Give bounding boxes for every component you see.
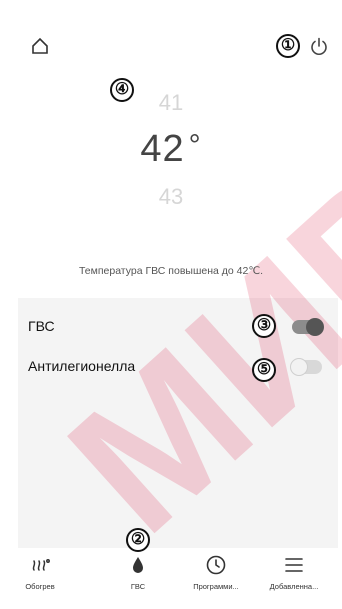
heating-icon [32, 559, 50, 571]
power-icon[interactable] [308, 36, 330, 58]
setting-label-anti-legionella: Антилегионелла [28, 358, 136, 374]
nav-label-dhw: ГВС [130, 582, 146, 591]
nav-item-dhw[interactable]: ГВС [98, 554, 178, 604]
callout-3: ③ [252, 314, 276, 338]
dhw-toggle[interactable] [292, 318, 324, 336]
bottom-navigation: Обогрев ГВС Программи... Добавленна... [4, 548, 338, 609]
temperature-picker[interactable]: 41 42 ° 43 [4, 80, 338, 210]
status-message: Температура ГВС повышена до 42℃. [78, 265, 264, 277]
nav-item-heating[interactable]: Обогрев [4, 554, 80, 604]
temperature-unit: ° [188, 129, 202, 162]
anti-legionella-toggle[interactable] [290, 358, 322, 376]
temperature-current-value: 42 [140, 128, 185, 170]
callout-5: ⑤ [252, 358, 276, 382]
home-icon[interactable] [30, 36, 50, 56]
callout-4: ④ [110, 78, 134, 102]
toggle-knob [290, 358, 308, 376]
app-screen: ① ④ ③ ⑤ ② 41 42 ° 43 Температура ГВС повы… [4, 0, 338, 609]
callout-1: ① [276, 34, 300, 58]
setting-label-dhw: ГВС [28, 318, 55, 334]
temperature-current: 42 ° [4, 128, 338, 171]
menu-icon [285, 558, 303, 572]
callout-2: ② [126, 528, 150, 552]
nav-label-added: Добавленна... [269, 582, 319, 591]
nav-label-heating: Обогрев [25, 582, 55, 591]
setting-row-dhw: ГВС [28, 312, 328, 342]
water-drop-icon [133, 557, 143, 573]
setting-row-anti-legionella: Антилегионелла [28, 352, 328, 382]
nav-item-added[interactable]: Добавленна... [254, 554, 334, 604]
toggle-knob [306, 318, 324, 336]
nav-item-programs[interactable]: Программи... [176, 554, 256, 604]
temperature-previous[interactable]: 41 [4, 90, 338, 116]
nav-label-programs: Программи... [193, 582, 239, 591]
clock-icon [206, 555, 226, 575]
temperature-next[interactable]: 43 [4, 184, 338, 210]
